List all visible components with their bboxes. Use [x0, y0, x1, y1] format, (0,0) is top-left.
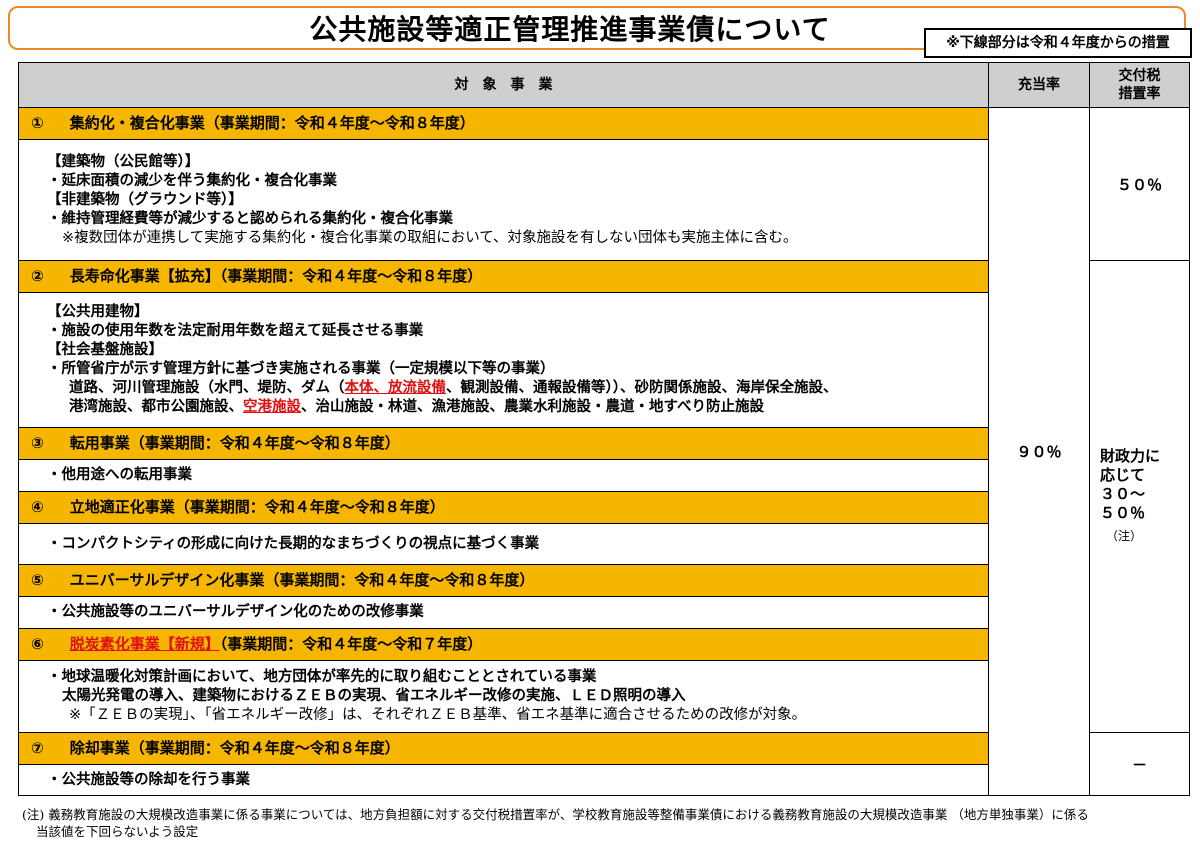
section-4-number: ④: [31, 498, 44, 516]
new-item-underlined: 空港施設: [243, 399, 301, 415]
section-1-body: 【建築物（公民館等）】 ・延床面積の減少を伴う集約化・複合化事業 【非建築物（グ…: [18, 139, 989, 261]
text-segment: 、観測設備、通報設備等））、砂防関係施設、海岸保全施設、: [446, 380, 838, 396]
tax-rate-b-line: ３０～: [1100, 485, 1146, 503]
section-3-line: ・他用途への転用事業: [47, 467, 192, 483]
section-7-body: ・公共施設等の除却を行う事業: [18, 764, 989, 796]
section-4-header: ④ 立地適正化事業（事業期間：令和４年度～令和８年度）: [18, 491, 989, 524]
section-1-line: ・延床面積の減少を伴う集約化・複合化事業: [47, 172, 337, 189]
header-tax: 交付税 措置率: [1089, 62, 1190, 108]
section-2-facility-line-2: 港湾施設、都市公園施設、空港施設、治山施設・林道、漁港施設、農業水利施設・農道・…: [47, 398, 988, 417]
text-segment: 道路、河川管理施設（水門、堤防、ダム（: [69, 380, 345, 396]
section-2-line: 【公共用建物】: [47, 304, 149, 320]
section-2-line: ・施設の使用年数を法定耐用年数を超えて延長させる事業: [47, 323, 424, 339]
section-2-line: ・所管省庁が示す管理方針に基づき実施される事業（一定規模以下等の事業）: [47, 361, 555, 377]
section-5-body: ・公共施設等のユニバーサルデザイン化のための改修事業: [18, 596, 989, 629]
section-2-number: ②: [31, 267, 44, 285]
section-2-header: ② 長寿命化事業【拡充】（事業期間：令和４年度～令和８年度）: [18, 260, 989, 293]
section-6-title: （事業期間：令和４年度～令和７年度）: [219, 635, 483, 653]
section-6-title-new: 脱炭素化事業【新規】: [69, 635, 220, 653]
section-5-line: ・公共施設等のユニバーサルデザイン化のための改修事業: [47, 604, 424, 620]
section-6-line: ・地球温暖化対策計画において、地方団体が率先的に取り組むこととされている事業: [47, 669, 597, 685]
section-5-header: ⑤ ユニバーサルデザイン化事業（事業期間：令和４年度～令和８年度）: [18, 564, 989, 597]
section-1-header: ① 集約化・複合化事業（事業期間：令和４年度～令和８年度）: [18, 107, 989, 140]
section-3-header: ③ 転用事業（事業期間：令和４年度～令和８年度）: [18, 427, 989, 460]
section-7-title: 除却事業（事業期間：令和４年度～令和８年度）: [69, 739, 400, 757]
section-3-body: ・他用途への転用事業: [18, 459, 989, 492]
section-4-title: 立地適正化事業（事業期間：令和４年度～令和８年度）: [69, 498, 445, 516]
section-5-title: ユニバーサルデザイン化事業（事業期間：令和４年度～令和８年度）: [69, 571, 535, 589]
text-segment: 、治山施設・林道、漁港施設、農業水利施設・農道・地すべり防止施設: [301, 399, 764, 415]
section-2-body: 【公共用建物】 ・施設の使用年数を法定耐用年数を超えて延長させる事業 【社会基盤…: [18, 292, 989, 428]
section-6-header: ⑥ 脱炭素化事業【新規】（事業期間：令和４年度～令和７年度）: [18, 628, 989, 661]
page-title: 公共施設等適正管理推進事業債について: [309, 13, 831, 46]
text-segment: 港湾施設、都市公園施設、: [69, 399, 243, 415]
tax-rate-cell-a: ５０％: [1089, 107, 1190, 261]
tax-rate-a: ５０％: [1116, 175, 1162, 194]
footnote-line-2: 当該値を下回らないよう設定: [36, 824, 199, 839]
charge-rate-cell: ９０％: [988, 107, 1090, 796]
section-1-line: 【非建築物（グラウンド等）】: [47, 191, 243, 208]
section-1-title: 集約化・複合化事業（事業期間：令和４年度～令和８年度）: [69, 114, 475, 132]
header-rate: 充当率: [988, 62, 1090, 108]
section-2-line: 【社会基盤施設】: [47, 342, 163, 358]
charge-rate: ９０％: [1016, 443, 1062, 461]
section-1-line: 【建築物（公民館等）】: [47, 153, 200, 170]
tax-rate-c: －: [1131, 755, 1147, 774]
section-4-body: ・コンパクトシティの形成に向けた長期的なまちづくりの視点に基づく事業: [18, 523, 989, 565]
tax-rate-b-line: 財政力に: [1100, 447, 1161, 465]
footnote: (注) 義務教育施設の大規模改造事業に係る事業については、地方負担額に対する交付…: [22, 806, 1192, 840]
header-project: 対 象 事 業: [18, 62, 989, 108]
section-4-line: ・コンパクトシティの形成に向けた長期的なまちづくりの視点に基づく事業: [47, 535, 540, 552]
section-5-number: ⑤: [31, 571, 44, 589]
section-3-title: 転用事業（事業期間：令和４年度～令和８年度）: [69, 434, 400, 452]
section-6-body: ・地球温暖化対策計画において、地方団体が率先的に取り組むこととされている事業 太…: [18, 660, 989, 733]
tax-rate-b-note: （注）: [1106, 529, 1143, 543]
tax-rate-b-line: ５０％: [1100, 504, 1146, 522]
section-7-line: ・公共施設等の除却を行う事業: [47, 771, 250, 788]
underline-note: ※下線部分は令和４年度からの措置: [924, 28, 1192, 58]
section-2-title: 長寿命化事業【拡充】（事業期間：令和４年度～令和８年度）: [69, 267, 483, 285]
section-1-number: ①: [31, 114, 44, 132]
footnote-line-1: (注) 義務教育施設の大規模改造事業に係る事業については、地方負担額に対する交付…: [22, 807, 1089, 822]
section-2-facility-line-1: 道路、河川管理施設（水門、堤防、ダム（本体、放流設備、観測設備、通報設備等））、…: [47, 379, 988, 398]
tax-rate-b-line: 応じて: [1100, 466, 1146, 484]
section-1-note: ※複数団体が連携して実施する集約化・複合化事業の取組において、対象施設を有しない…: [62, 229, 798, 246]
section-3-number: ③: [31, 434, 44, 452]
tax-rate-cell-b: 財政力に 応じて ３０～ ５０％ （注）: [1089, 260, 1190, 733]
section-6-line: 太陽光発電の導入、建築物におけるＺＥＢの実現、省エネルギー改修の実施、ＬＥＤ照明…: [62, 688, 686, 704]
section-6-note: ※「ＺＥＢの実現」、「省エネルギー改修」は、それぞれＺＥＢ基準、省エネ基準に適合…: [69, 707, 807, 723]
section-1-line: ・維持管理経費等が減少すると認められる集約化・複合化事業: [47, 210, 453, 227]
section-6-number: ⑥: [31, 635, 44, 653]
section-7-number: ⑦: [31, 739, 44, 757]
header-tax-line2: 措置率: [1118, 86, 1161, 102]
tax-rate-cell-c: －: [1089, 732, 1190, 796]
header-tax-line1: 交付税: [1118, 68, 1161, 84]
new-item-underlined: 本体、放流設備: [344, 380, 447, 396]
section-7-header: ⑦ 除却事業（事業期間：令和４年度～令和８年度）: [18, 732, 989, 765]
